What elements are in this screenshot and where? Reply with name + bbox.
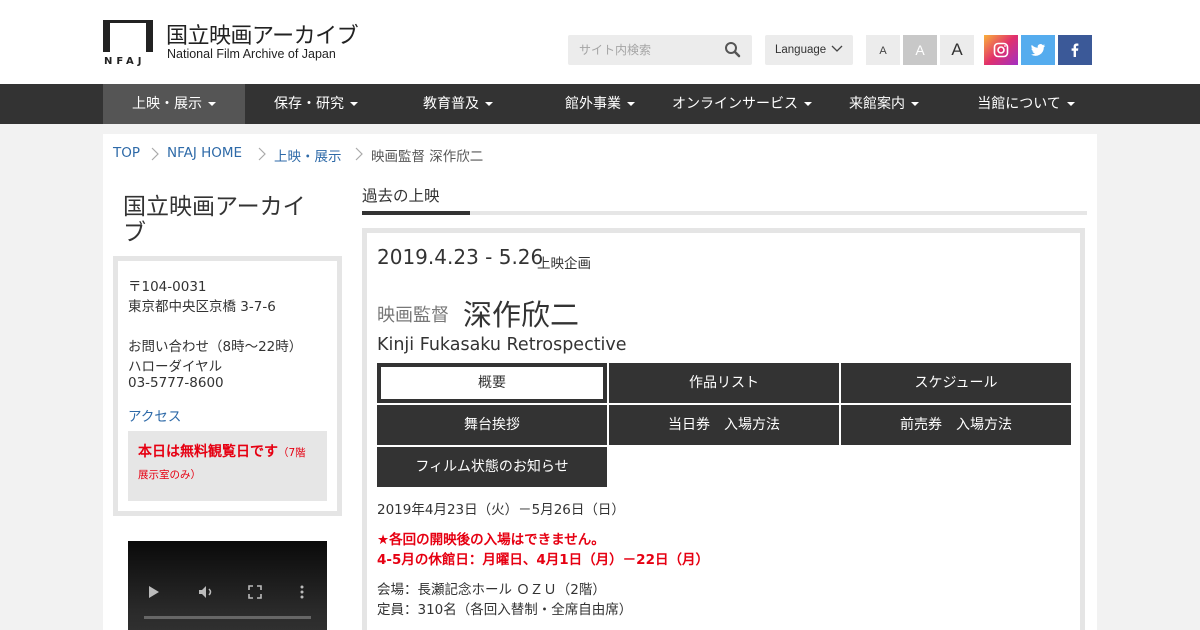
caret-down-icon	[911, 102, 919, 106]
caret-down-icon	[350, 102, 358, 106]
closed-days-notice: 4-5月の休館日：月曜日、4月1日（月）－22日（月）	[377, 552, 709, 568]
chevron-down-icon	[831, 45, 843, 52]
tab-schedule[interactable]: スケジュール	[841, 363, 1071, 403]
late-entry-notice: ★各回の開映後の入場はできません。	[377, 532, 605, 548]
site-search	[568, 35, 752, 65]
sidebar-info-box: 〒104-0031 東京都中央区京橋 3-7-6 お問い合わせ（8時～22時） …	[113, 256, 342, 516]
play-icon[interactable]	[148, 585, 160, 599]
nav-item-education[interactable]: 教育普及	[387, 84, 529, 124]
logo-english: National Film Archive of Japan	[167, 47, 336, 61]
caret-down-icon	[1066, 102, 1075, 106]
venue: 会場：長瀬記念ホール ＯＺＵ（2階）	[377, 582, 606, 598]
sidebar-title: 国立映画アーカイブ	[123, 194, 306, 246]
section-divider	[362, 211, 1087, 215]
tab-stage-greeting[interactable]: 舞台挨拶	[377, 405, 607, 445]
nav-item-visitor-info[interactable]: 来館案内	[813, 84, 955, 124]
search-icon[interactable]	[724, 41, 742, 59]
more-options-icon[interactable]	[299, 585, 305, 599]
tab-advance-tickets[interactable]: 前売券 入場方法	[841, 405, 1071, 445]
site-logo[interactable]: NFAJ 国立映画アーカイブ National Film Archive of …	[102, 18, 362, 66]
access-link[interactable]: アクセス	[128, 405, 181, 425]
chevron-right-icon	[258, 147, 266, 161]
language-label: Language	[775, 44, 827, 56]
dial-name: ハローダイヤル	[128, 359, 223, 375]
video-player[interactable]	[128, 541, 327, 630]
event-category: 上映企画	[537, 256, 591, 272]
font-size-medium-button[interactable]: A	[903, 35, 937, 65]
breadcrumb-top[interactable]: TOP	[113, 145, 140, 161]
chevron-right-icon	[151, 147, 159, 161]
global-nav: 上映・展示 保存・研究 教育普及 館外事業 オンラインサービス 来館案内 当館に…	[0, 84, 1200, 124]
event-detail-box: 2019.4.23 - 5.26 上映企画 映画監督 深作欣二 Kinji Fu…	[362, 228, 1085, 630]
contact-label: お問い合わせ（8時～22時）	[128, 339, 303, 355]
section-divider-active	[362, 211, 470, 215]
instagram-icon	[993, 42, 1009, 58]
breadcrumb-nfaj-home[interactable]: NFAJ HOME	[167, 145, 242, 161]
twitter-link[interactable]	[1021, 35, 1055, 65]
nav-item-outreach[interactable]: 館外事業	[529, 84, 671, 124]
chevron-right-icon	[355, 147, 363, 161]
event-title-prefix: 映画監督	[377, 305, 449, 326]
free-admission-note-2: 展示室のみ）	[138, 469, 201, 481]
language-selector[interactable]: Language	[765, 35, 853, 65]
site-header: NFAJ 国立映画アーカイブ National Film Archive of …	[0, 0, 1200, 84]
free-admission-note-1: （7階	[278, 447, 306, 459]
event-date-range: 2019.4.23 - 5.26	[377, 245, 544, 269]
tab-same-day-tickets[interactable]: 当日券 入場方法	[609, 405, 839, 445]
nav-item-screenings-exhibitions[interactable]: 上映・展示	[103, 84, 245, 124]
fullscreen-icon[interactable]	[248, 585, 262, 599]
free-admission-text: 本日は無料観覧日です	[138, 444, 278, 460]
nav-item-online-services[interactable]: オンラインサービス	[671, 84, 813, 124]
video-progress-bar[interactable]	[144, 616, 311, 619]
breadcrumb-screenings[interactable]: 上映・展示	[274, 145, 342, 165]
search-input[interactable]	[568, 35, 718, 65]
tab-film-condition[interactable]: フィルム状態のお知らせ	[377, 447, 607, 487]
facebook-icon	[1071, 43, 1079, 57]
caret-down-icon	[208, 102, 216, 106]
nav-item-about[interactable]: 当館について	[955, 84, 1097, 124]
section-title: 過去の上映	[362, 187, 440, 205]
nfaj-logo-icon: NFAJ	[103, 20, 153, 66]
free-admission-notice: 本日は無料観覧日です（7階 展示室のみ）	[128, 431, 327, 501]
tab-overview[interactable]: 概要	[377, 363, 607, 403]
facebook-link[interactable]	[1058, 35, 1092, 65]
logo-japanese: 国立映画アーカイブ	[166, 24, 359, 49]
twitter-icon	[1031, 44, 1045, 56]
caret-down-icon	[627, 102, 635, 106]
event-title-english: Kinji Fukasaku Retrospective	[377, 335, 627, 355]
event-period: 2019年4月23日（火）－5月26日（日）	[377, 502, 625, 518]
postal-code: 〒104-0031	[128, 279, 207, 295]
font-size-small-button[interactable]: A	[866, 35, 900, 65]
capacity: 定員：310名（各回入替制・全席自由席）	[377, 602, 633, 618]
svg-text:NFAJ: NFAJ	[104, 56, 146, 66]
breadcrumb-current: 映画監督 深作欣二	[371, 149, 484, 165]
address: 東京都中央区京橋 3-7-6	[128, 299, 276, 315]
instagram-link[interactable]	[984, 35, 1018, 65]
caret-down-icon	[804, 102, 812, 106]
nav-item-preservation-research[interactable]: 保存・研究	[245, 84, 387, 124]
phone-number: 03-5777-8600	[128, 375, 224, 391]
tab-film-list[interactable]: 作品リスト	[609, 363, 839, 403]
event-title: 深作欣二	[463, 298, 580, 332]
font-size-large-button[interactable]: A	[940, 35, 974, 65]
caret-down-icon	[485, 102, 493, 106]
volume-icon[interactable]	[198, 585, 216, 599]
